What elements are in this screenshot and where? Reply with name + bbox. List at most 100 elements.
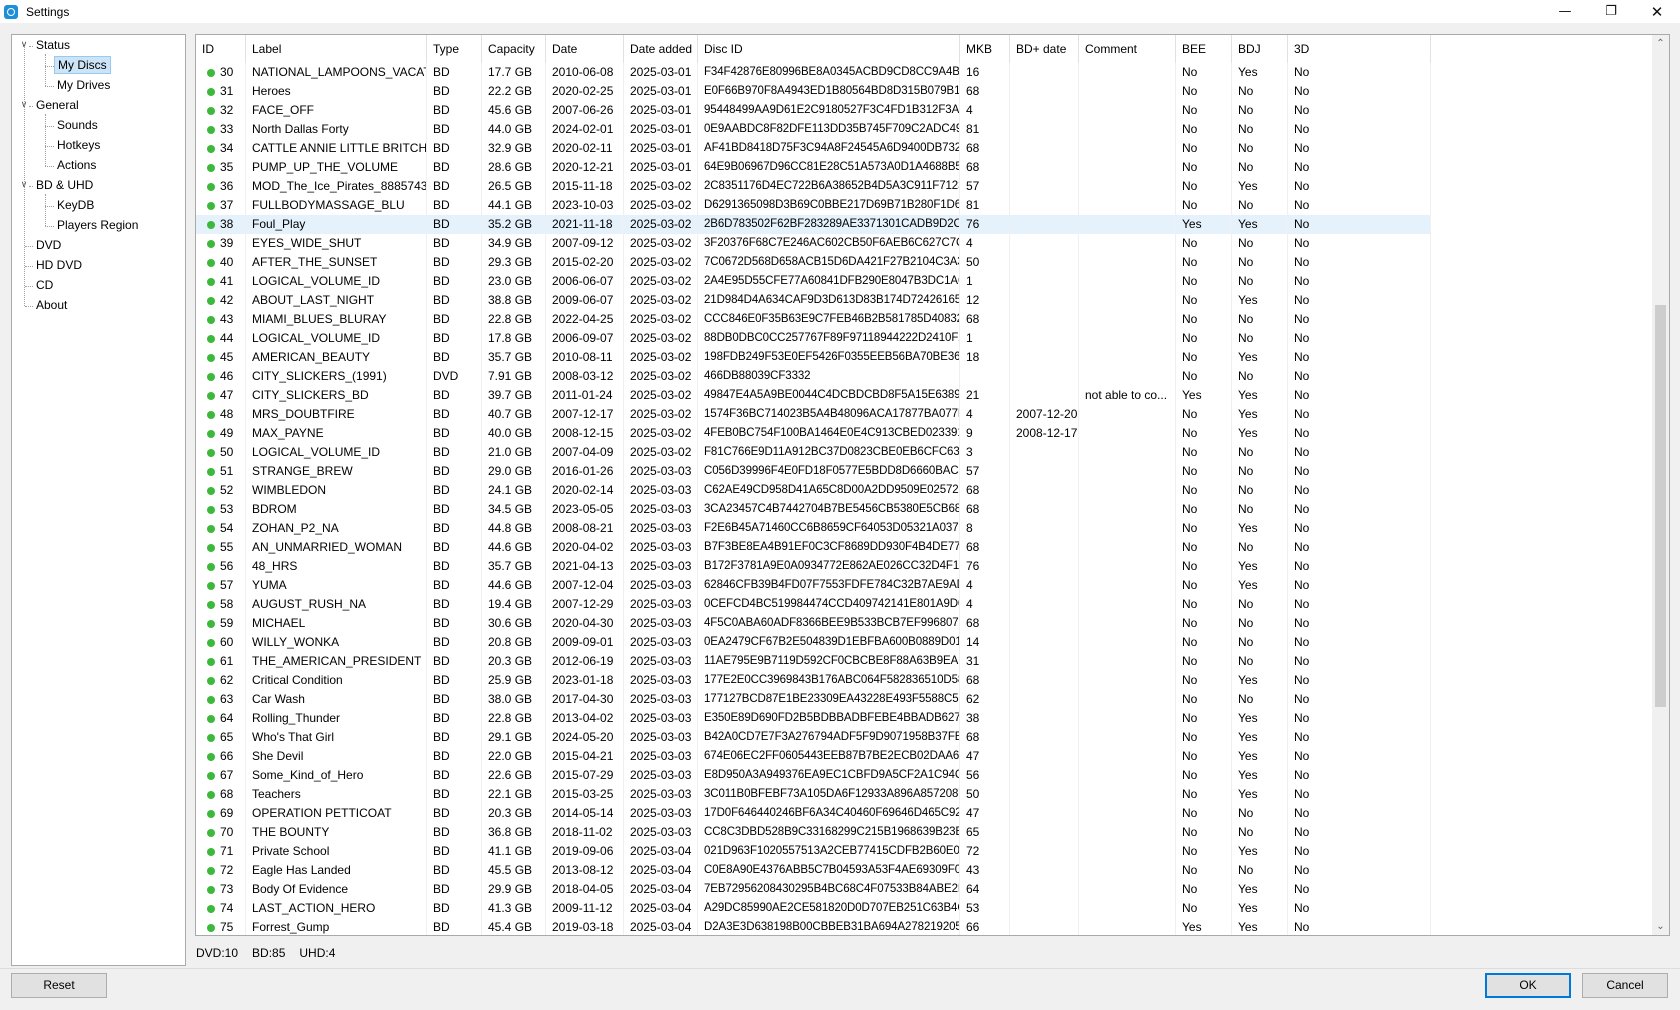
table-row[interactable]: 69 OPERATION PETTICOAT BD 20.3 GB 2014-05-14… xyxy=(196,804,1431,823)
close-icon[interactable]: ✕ xyxy=(1634,0,1680,23)
cell-label: AFTER_THE_SUNSET xyxy=(252,255,378,269)
scroll-up-icon[interactable]: ⌃ xyxy=(1652,35,1669,52)
column-header-bdj[interactable]: BDJ xyxy=(1232,35,1288,63)
table-row[interactable]: 50 LOGICAL_VOLUME_ID BD 21.0 GB 2007-04-09 20… xyxy=(196,443,1431,462)
table-row[interactable]: 49 MAX_PAYNE BD 40.0 GB 2008-12-15 2025-03-02… xyxy=(196,424,1431,443)
tree-item-hotkeys[interactable]: Hotkeys xyxy=(54,136,103,154)
cell-date-added: 2025-03-03 xyxy=(630,673,692,687)
table-row[interactable]: 33 North Dallas Forty BD 44.0 GB 2024-02-01 2… xyxy=(196,120,1431,139)
column-header-date-added[interactable]: Date added xyxy=(624,35,698,63)
tree-item-general[interactable]: General xyxy=(33,96,82,114)
cell-bd-plus-date xyxy=(1010,614,1079,633)
restore-icon[interactable]: ❐ xyxy=(1588,0,1634,23)
tree-item-dvd[interactable]: DVD xyxy=(33,236,64,254)
table-row[interactable]: 60 WILLY_WONKA BD 20.8 GB 2009-09-01 2025-03-… xyxy=(196,633,1431,652)
table-row[interactable]: 61 THE_AMERICAN_PRESIDENT BD 20.3 GB 2012-06… xyxy=(196,652,1431,671)
column-header-comment[interactable]: Comment xyxy=(1079,35,1176,63)
table-row[interactable]: 30 NATIONAL_LAMPOONS_VACATI... BD 17.7 GB 20… xyxy=(196,63,1431,82)
scroll-thumb[interactable] xyxy=(1655,305,1666,707)
table-row[interactable]: 31 Heroes BD 22.2 GB 2020-02-25 2025-03-01 E0F… xyxy=(196,82,1431,101)
table-row[interactable]: 42 ABOUT_LAST_NIGHT BD 38.8 GB 2009-06-07 202… xyxy=(196,291,1431,310)
column-header-disc-id[interactable]: Disc ID xyxy=(698,35,960,63)
table-row[interactable]: 65 Who's That Girl BD 29.1 GB 2024-05-20 2025… xyxy=(196,728,1431,747)
column-header-capacity[interactable]: Capacity xyxy=(482,35,546,63)
cell-bee: No xyxy=(1182,426,1198,440)
table-row[interactable]: 35 PUMP_UP_THE_VOLUME BD 28.6 GB 2020-12-21 2… xyxy=(196,158,1431,177)
tree-item-sounds[interactable]: Sounds xyxy=(54,116,101,134)
column-header-bee[interactable]: BEE xyxy=(1176,35,1232,63)
table-row[interactable]: 36 MOD_The_Ice_Pirates_8885743675... BD 26.… xyxy=(196,177,1431,196)
table-row[interactable]: 67 Some_Kind_of_Hero BD 22.6 GB 2015-07-29 20… xyxy=(196,766,1431,785)
table-row[interactable]: 43 MIAMI_BLUES_BLURAY BD 22.8 GB 2022-04-25 2… xyxy=(196,310,1431,329)
table-row[interactable]: 68 Teachers BD 22.1 GB 2015-03-25 2025-03-03 3… xyxy=(196,785,1431,804)
table-row[interactable]: 38 Foul_Play BD 35.2 GB 2021-11-18 2025-03-02… xyxy=(196,215,1431,234)
cell-date-added: 2025-03-03 xyxy=(630,787,692,801)
tree-item-actions[interactable]: Actions xyxy=(54,156,99,174)
column-header-3d[interactable]: 3D xyxy=(1288,35,1431,63)
cell-mkb: 18 xyxy=(966,350,980,364)
tree-item-about[interactable]: About xyxy=(33,296,70,314)
cell-comment xyxy=(1079,728,1176,747)
table-row[interactable]: 39 EYES_WIDE_SHUT BD 34.9 GB 2007-09-12 2025-… xyxy=(196,234,1431,253)
table-row[interactable]: 48 MRS_DOUBTFIRE BD 40.7 GB 2007-12-17 2025-0… xyxy=(196,405,1431,424)
table-row[interactable]: 41 LOGICAL_VOLUME_ID BD 23.0 GB 2006-06-07 20… xyxy=(196,272,1431,291)
column-header-date[interactable]: Date xyxy=(546,35,624,63)
table-row[interactable]: 73 Body Of Evidence BD 29.9 GB 2018-04-05 202… xyxy=(196,880,1431,899)
table-row[interactable]: 52 WIMBLEDON BD 24.1 GB 2020-02-14 2025-03-03… xyxy=(196,481,1431,500)
column-header-type[interactable]: Type xyxy=(427,35,482,63)
tree-item-bd-uhd[interactable]: BD & UHD xyxy=(33,176,96,194)
table-row[interactable]: 32 FACE_OFF BD 45.6 GB 2007-06-26 2025-03-01 9… xyxy=(196,101,1431,120)
tree-item-hd-dvd[interactable]: HD DVD xyxy=(33,256,85,274)
tree-item-keydb[interactable]: KeyDB xyxy=(54,196,97,214)
minimize-icon[interactable]: — xyxy=(1542,0,1588,23)
table-row[interactable]: 55 AN_UNMARRIED_WOMAN BD 44.6 GB 2020-04-02 2… xyxy=(196,538,1431,557)
table-row[interactable]: 59 MICHAEL BD 30.6 GB 2020-04-30 2025-03-03 4F… xyxy=(196,614,1431,633)
tree-item-cd[interactable]: CD xyxy=(33,276,56,294)
cell-mkb: 31 xyxy=(966,654,980,668)
table-row[interactable]: 37 FULLBODYMASSAGE_BLU BD 44.1 GB 2023-10-03… xyxy=(196,196,1431,215)
column-header-mkb[interactable]: MKB xyxy=(960,35,1010,63)
table-row[interactable]: 51 STRANGE_BREW BD 29.0 GB 2016-01-26 2025-03… xyxy=(196,462,1431,481)
table-row[interactable]: 57 YUMA BD 44.6 GB 2007-12-04 2025-03-03 62846… xyxy=(196,576,1431,595)
column-separator xyxy=(245,63,246,935)
table-row[interactable]: 70 THE BOUNTY BD 36.8 GB 2018-11-02 2025-03-0… xyxy=(196,823,1431,842)
table-row[interactable]: 40 AFTER_THE_SUNSET BD 29.3 GB 2015-02-20 202… xyxy=(196,253,1431,272)
tree-item-my-drives[interactable]: My Drives xyxy=(54,76,113,94)
cell-mkb: 68 xyxy=(966,141,980,155)
cell-bd-plus-date xyxy=(1010,310,1079,329)
table-row[interactable]: 44 LOGICAL_VOLUME_ID BD 17.8 GB 2006-09-07 20… xyxy=(196,329,1431,348)
table-row[interactable]: 72 Eagle Has Landed BD 45.5 GB 2013-08-12 202… xyxy=(196,861,1431,880)
cell-type: BD xyxy=(433,141,450,155)
column-header-id[interactable]: ID xyxy=(196,35,246,63)
table-row[interactable]: 66 She Devil BD 22.0 GB 2015-04-21 2025-03-03… xyxy=(196,747,1431,766)
table-row[interactable]: 46 CITY_SLICKERS_(1991) DVD 7.91 GB 2008-03-… xyxy=(196,367,1431,386)
cell-bee: No xyxy=(1182,445,1198,459)
cancel-button[interactable]: Cancel xyxy=(1582,973,1668,998)
table-row[interactable]: 62 Critical Condition BD 25.9 GB 2023-01-18 2… xyxy=(196,671,1431,690)
table-row[interactable]: 56 48_HRS BD 35.7 GB 2021-04-13 2025-03-03 B17… xyxy=(196,557,1431,576)
scroll-down-icon[interactable]: ⌄ xyxy=(1652,918,1669,935)
table-row[interactable]: 64 Rolling_Thunder BD 22.8 GB 2013-04-02 2025… xyxy=(196,709,1431,728)
column-header-bd-plus-date[interactable]: BD+ date xyxy=(1010,35,1079,63)
cell-disc-id: 3F20376F68C7E246AC602CB50F6AEB6C627C7CBC xyxy=(704,237,960,249)
cell-comment xyxy=(1079,861,1176,880)
cell-mkb: 1 xyxy=(966,331,973,345)
table-row[interactable]: 54 ZOHAN_P2_NA BD 44.8 GB 2008-08-21 2025-03-… xyxy=(196,519,1431,538)
vertical-scrollbar[interactable]: ⌃ ⌄ xyxy=(1652,35,1669,935)
table-row[interactable]: 74 LAST_ACTION_HERO BD 41.3 GB 2009-11-12 202… xyxy=(196,899,1431,918)
tree-item-my-discs[interactable]: My Discs xyxy=(54,56,111,74)
table-row[interactable]: 63 Car Wash BD 38.0 GB 2017-04-30 2025-03-03 1… xyxy=(196,690,1431,709)
table-row[interactable]: 53 BDROM BD 34.5 GB 2023-05-05 2025-03-03 3CA2… xyxy=(196,500,1431,519)
tree-item-status[interactable]: Status xyxy=(33,36,73,54)
table-row[interactable]: 75 Forrest_Gump BD 45.4 GB 2019-03-18 2025-03… xyxy=(196,918,1431,935)
reset-button[interactable]: Reset xyxy=(11,973,107,998)
cell-id: 44 xyxy=(220,331,234,345)
table-row[interactable]: 58 AUGUST_RUSH_NA BD 19.4 GB 2007-12-29 2025-… xyxy=(196,595,1431,614)
ok-button[interactable]: OK xyxy=(1485,973,1571,998)
tree-item-players-region[interactable]: Players Region xyxy=(54,216,141,234)
column-header-label[interactable]: Label xyxy=(246,35,427,63)
table-row[interactable]: 45 AMERICAN_BEAUTY BD 35.7 GB 2010-08-11 2025… xyxy=(196,348,1431,367)
table-row[interactable]: 47 CITY_SLICKERS_BD BD 39.7 GB 2011-01-24 202… xyxy=(196,386,1431,405)
table-row[interactable]: 71 Private School BD 41.1 GB 2019-09-06 2025-… xyxy=(196,842,1431,861)
table-row[interactable]: 34 CATTLE ANNIE LITTLE BRITCHES BD 32.9 GB 2… xyxy=(196,139,1431,158)
